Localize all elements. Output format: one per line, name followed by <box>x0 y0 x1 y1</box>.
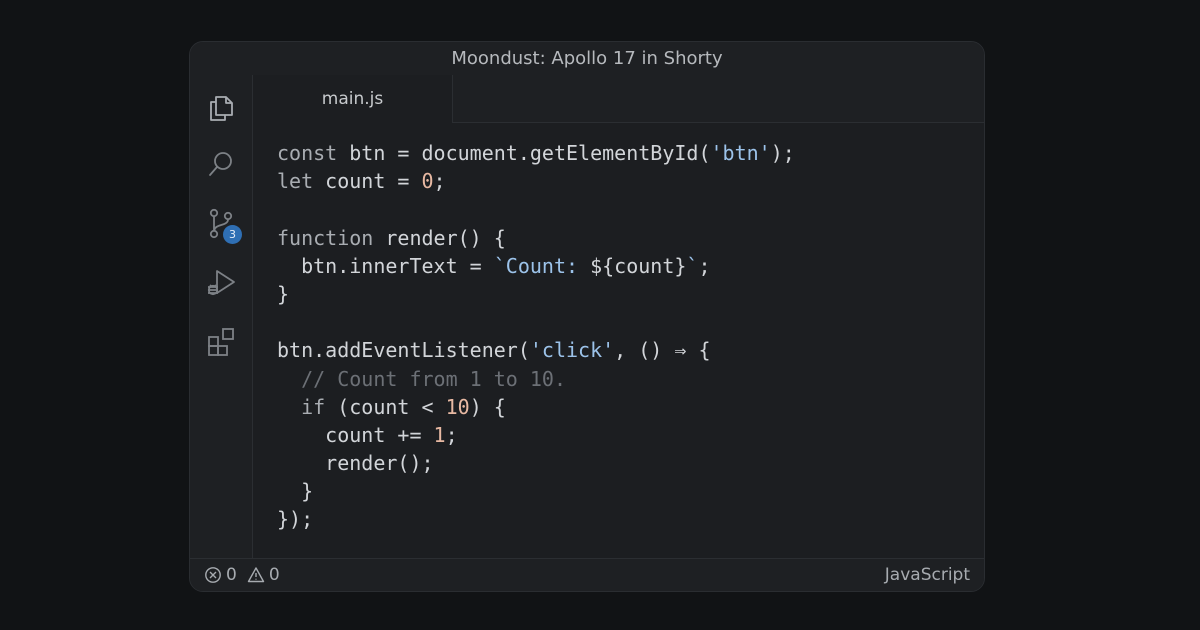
code-token: , () ⇒ { <box>614 338 711 363</box>
status-bar: 0 0 JavaScript <box>190 558 984 591</box>
code-editor[interactable]: const btn = document.getElementById('btn… <box>253 123 984 558</box>
errors-count: 0 <box>226 565 237 585</box>
run-debug-icon[interactable] <box>204 265 238 299</box>
code-token: }); <box>277 507 314 532</box>
source-control-icon[interactable]: 3 <box>204 206 242 244</box>
code-token: 'btn' <box>710 141 771 165</box>
code-token: count = <box>313 169 422 194</box>
code-token: let <box>277 169 314 194</box>
code-line[interactable]: // Count from 1 to 10. <box>277 365 795 393</box>
warnings-count: 0 <box>268 565 280 585</box>
code-token: if <box>277 394 326 419</box>
code-token: ` <box>686 253 699 278</box>
code-line[interactable]: btn.innerText = `Count: ${count}`; <box>277 252 795 280</box>
language-mode[interactable]: JavaScript <box>885 565 970 585</box>
errors-status[interactable]: 0 <box>204 565 237 585</box>
warning-icon <box>247 567 265 583</box>
search-icon[interactable] <box>204 147 238 181</box>
code-token: function <box>277 225 374 250</box>
code-line[interactable]: } <box>277 477 795 505</box>
code-token: ; <box>433 169 446 194</box>
code-token: 1 <box>433 422 446 447</box>
code-token: } <box>277 281 290 306</box>
code-token: ; <box>698 253 711 278</box>
code-content[interactable]: const btn = document.getElementById('btn… <box>277 139 795 534</box>
code-token: } <box>277 479 314 504</box>
code-token: ; <box>445 422 458 447</box>
code-token: `Count: <box>493 253 591 278</box>
window-title: Moondust: Apollo 17 in Shorty <box>190 42 984 76</box>
files-icon[interactable] <box>204 91 238 125</box>
code-token: ) { <box>469 394 506 419</box>
code-line[interactable]: } <box>277 280 795 308</box>
code-token: ${count} <box>590 253 687 278</box>
code-token: const <box>277 141 338 165</box>
code-line[interactable]: if (count < 10) { <box>277 393 795 421</box>
code-token: 'click' <box>529 338 615 363</box>
code-line[interactable]: }); <box>277 505 795 533</box>
code-line[interactable]: function render() { <box>277 224 795 252</box>
code-token: btn = document.getElementById( <box>337 141 711 165</box>
code-token: btn.addEventListener( <box>277 338 530 363</box>
code-token: render(); <box>277 451 434 476</box>
code-line[interactable]: let count = 0; <box>277 167 795 195</box>
tab-main-js[interactable]: main.js <box>253 75 453 123</box>
code-line[interactable]: btn.addEventListener('click', () ⇒ { <box>277 336 795 364</box>
editor-window: Moondust: Apollo 17 in Shorty 3 main.js … <box>189 41 985 592</box>
code-token: count += <box>277 422 434 447</box>
tab-bar: main.js <box>253 75 984 123</box>
activity-bar: 3 <box>190 75 253 558</box>
code-line[interactable]: count += 1; <box>277 421 795 449</box>
warnings-status[interactable]: 0 <box>247 565 280 585</box>
code-token: (count < <box>325 394 446 419</box>
error-icon <box>205 567 221 583</box>
code-token: btn.innerText = <box>277 253 494 278</box>
code-line[interactable]: render(); <box>277 449 795 477</box>
code-token: // Count from 1 to 10. <box>277 366 566 391</box>
code-line[interactable]: const btn = document.getElementById('btn… <box>277 139 795 167</box>
code-token: ); <box>770 141 795 165</box>
code-token: render() { <box>373 225 506 250</box>
extensions-icon[interactable] <box>204 325 238 359</box>
code-line[interactable] <box>277 195 795 223</box>
code-line[interactable] <box>277 308 795 336</box>
source-control-badge: 3 <box>223 225 242 244</box>
code-token: 10 <box>445 394 470 419</box>
problems-indicator[interactable]: 0 0 <box>204 565 284 585</box>
code-token: 0 <box>421 169 434 194</box>
